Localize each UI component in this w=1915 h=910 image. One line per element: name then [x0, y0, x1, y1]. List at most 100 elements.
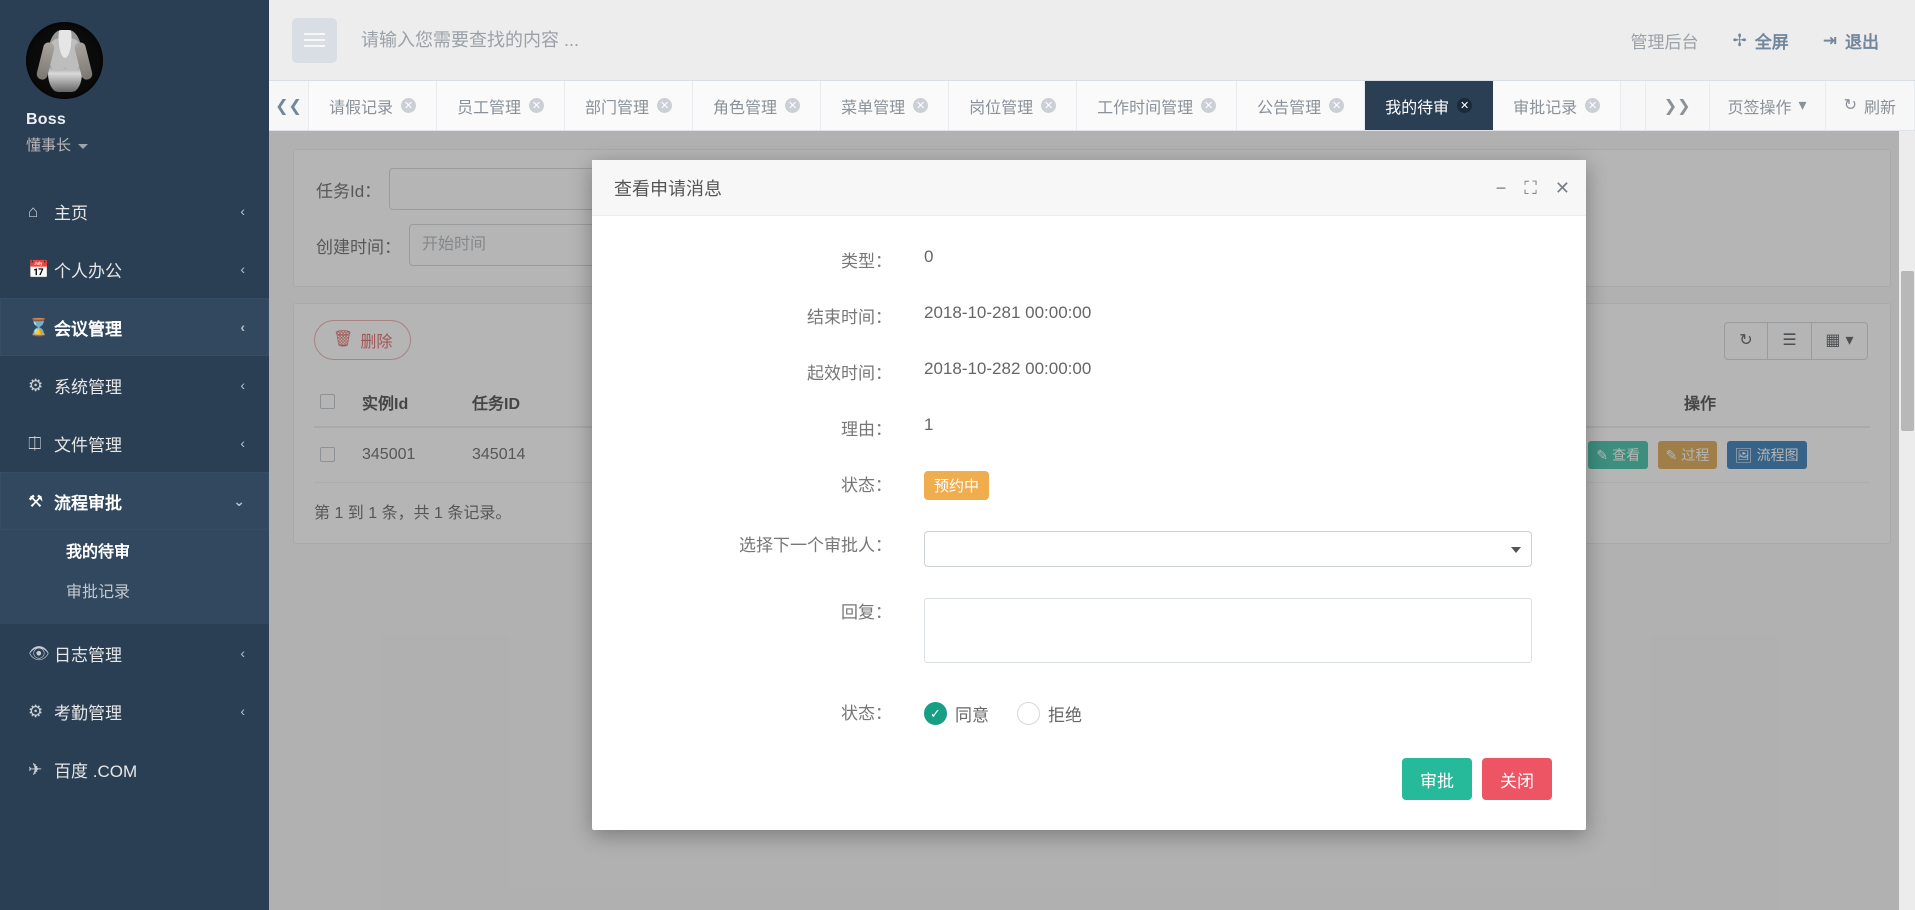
sidebar-item-baidu[interactable]: ✈ 百度 .COM	[0, 740, 269, 798]
refresh-label: 刷新	[1863, 99, 1896, 117]
avatar-image	[47, 30, 82, 92]
close-button[interactable]: 关闭	[1482, 758, 1552, 800]
close-icon[interactable]: ✕	[1329, 98, 1345, 113]
double-chevron-right-icon[interactable]: ❯❯	[1645, 81, 1710, 130]
tab-label: 审批记录	[1513, 99, 1578, 117]
close-icon[interactable]: ✕	[1457, 98, 1473, 113]
sidebar-item-label: 流程审批	[54, 493, 122, 513]
admin-console-label: 管理后台	[1630, 32, 1699, 52]
chevron-left-icon: ‹	[240, 435, 245, 451]
file-excel-icon: ⎅	[28, 433, 42, 453]
profile-role[interactable]: 懂事长	[26, 134, 269, 155]
tab-label: 我的待审	[1385, 99, 1450, 117]
close-icon[interactable]: ✕	[1041, 98, 1057, 113]
sidebar-item-attendance-management[interactable]: ⚙ 考勤管理 ‹	[0, 682, 269, 740]
refresh-tabs-button[interactable]: ↻ 刷新	[1825, 81, 1915, 130]
logout-button[interactable]: ⇥ 退出	[1823, 28, 1879, 53]
close-icon[interactable]: ✕	[1555, 179, 1570, 197]
decision-value: ✓ 同意 拒绝	[892, 694, 1526, 726]
close-icon[interactable]: ✕	[657, 98, 673, 113]
close-icon[interactable]: ✕	[1201, 98, 1217, 113]
expand-icon: ✢	[1732, 30, 1747, 50]
minimize-icon[interactable]: −	[1496, 179, 1507, 197]
hamburger-bar	[304, 39, 325, 41]
sidebar: Boss 懂事长 ⌂ 主页 ‹ 📅 个人办公 ‹ ⌛ 会议管理 ‹ ⚙ 系统管理…	[0, 0, 269, 910]
tab-operations-label: 页签操作	[1727, 99, 1792, 117]
sidebar-item-meeting-management[interactable]: ⌛ 会议管理 ‹	[0, 298, 269, 356]
sidebar-item-process-approval[interactable]: ⚒ 流程审批 ⌄	[0, 472, 269, 530]
sidebar-group-process-approval: ⚒ 流程审批 ⌄ 我的待审 审批记录	[0, 472, 269, 624]
close-icon[interactable]: ✕	[529, 98, 545, 113]
sidebar-item-approval-records[interactable]: 审批记录	[0, 570, 269, 610]
sidebar-item-file-management[interactable]: ⎅ 文件管理 ‹	[0, 414, 269, 472]
tab-role-management[interactable]: 角色管理 ✕	[693, 81, 822, 130]
sidebar-item-my-pending[interactable]: 我的待审	[0, 530, 269, 570]
hamburger-bar	[304, 33, 325, 35]
start-time-value: 2018-10-282 00:00:00	[924, 359, 1092, 378]
chevron-left-icon: ‹	[240, 377, 245, 393]
tab-approval-records[interactable]: 审批记录 ✕	[1493, 81, 1622, 130]
fullscreen-button[interactable]: ✢ 全屏	[1733, 28, 1789, 53]
field-next-approver: 选择下一个审批人：	[592, 526, 1532, 567]
search-input[interactable]	[361, 29, 1631, 51]
tab-department-management[interactable]: 部门管理 ✕	[565, 81, 694, 130]
tab-menu-management[interactable]: 菜单管理 ✕	[821, 81, 950, 130]
radio-circle-icon	[1017, 702, 1040, 725]
decision-label: 状态：	[841, 704, 892, 723]
status-value: 预约中	[892, 466, 1526, 500]
close-icon[interactable]: ✕	[913, 98, 929, 113]
field-status: 状态： 预约中	[592, 466, 1526, 500]
chevron-left-icon: ‹	[240, 645, 245, 661]
caret-down-icon	[1511, 547, 1521, 553]
sidebar-item-label: 会议管理	[54, 319, 122, 339]
next-approver-select[interactable]	[924, 531, 1532, 567]
reply-textarea[interactable]	[924, 598, 1532, 663]
close-icon[interactable]: ✕	[1585, 98, 1601, 113]
maximize-icon[interactable]: ⛶	[1524, 179, 1537, 197]
end-time-label: 结束时间：	[807, 308, 892, 327]
chevron-left-icon: ‹	[240, 261, 245, 277]
end-time-value: 2018-10-281 00:00:00	[924, 303, 1092, 322]
avatar[interactable]	[26, 22, 103, 99]
field-end-time: 结束时间： 2018-10-281 00:00:00	[592, 298, 1526, 328]
sidebar-item-system-management[interactable]: ⚙ 系统管理 ‹	[0, 356, 269, 414]
double-chevron-left-icon[interactable]: ❮❮	[269, 81, 309, 130]
tab-my-pending[interactable]: 我的待审 ✕	[1365, 81, 1494, 130]
decision-radio-group: ✓ 同意 拒绝	[924, 699, 1526, 726]
radio-approve[interactable]: ✓ 同意	[924, 701, 989, 726]
tab-position-management[interactable]: 岗位管理 ✕	[949, 81, 1078, 130]
type-label: 类型：	[841, 252, 892, 271]
page-scrollbar-thumb[interactable]	[1901, 271, 1914, 431]
sidebar-item-log-management[interactable]: 👁 日志管理 ‹	[0, 624, 269, 682]
eye-icon: 👁	[28, 643, 50, 663]
field-reply: 回复：	[592, 593, 1532, 668]
tab-leave-records[interactable]: 请假记录 ✕	[309, 81, 438, 130]
sidebar-item-home[interactable]: ⌂ 主页 ‹	[0, 182, 269, 240]
sidebar-item-label: 个人办公	[54, 261, 122, 281]
sidebar-item-label: 百度 .COM	[54, 761, 138, 781]
gavel-icon: ⚒	[28, 491, 44, 511]
cogs-icon: ⚙	[28, 701, 44, 721]
radio-reject[interactable]: 拒绝	[1017, 701, 1082, 726]
admin-console-link[interactable]: 管理后台	[1631, 28, 1699, 53]
tab-worktime-management[interactable]: 工作时间管理 ✕	[1077, 81, 1238, 130]
reply-value	[892, 593, 1532, 668]
approve-button[interactable]: 审批	[1402, 758, 1472, 800]
hamburger-icon[interactable]	[292, 17, 337, 63]
sign-out-icon: ⇥	[1822, 30, 1837, 50]
tab-label: 岗位管理	[969, 99, 1034, 117]
caret-down-icon	[78, 143, 89, 149]
top-right-links: 管理后台 ✢ 全屏 ⇥ 退出	[1631, 28, 1880, 53]
modal-controls: − ⛶ ✕	[1496, 179, 1570, 197]
close-icon[interactable]: ✕	[785, 98, 801, 113]
field-start-time: 起效时间： 2018-10-282 00:00:00	[592, 354, 1526, 384]
modal-title: 查看申请消息	[614, 178, 722, 199]
tab-announcement-management[interactable]: 公告管理 ✕	[1237, 81, 1366, 130]
sidebar-item-personal-office[interactable]: 📅 个人办公 ‹	[0, 240, 269, 298]
tab-employee-management[interactable]: 员工管理 ✕	[437, 81, 566, 130]
tab-label: 请假记录	[329, 99, 394, 117]
close-icon[interactable]: ✕	[401, 98, 417, 113]
radio-reject-label: 拒绝	[1048, 706, 1082, 725]
page-scrollbar[interactable]	[1899, 131, 1915, 910]
tab-operations-dropdown[interactable]: 页签操作 ▾	[1709, 81, 1826, 130]
